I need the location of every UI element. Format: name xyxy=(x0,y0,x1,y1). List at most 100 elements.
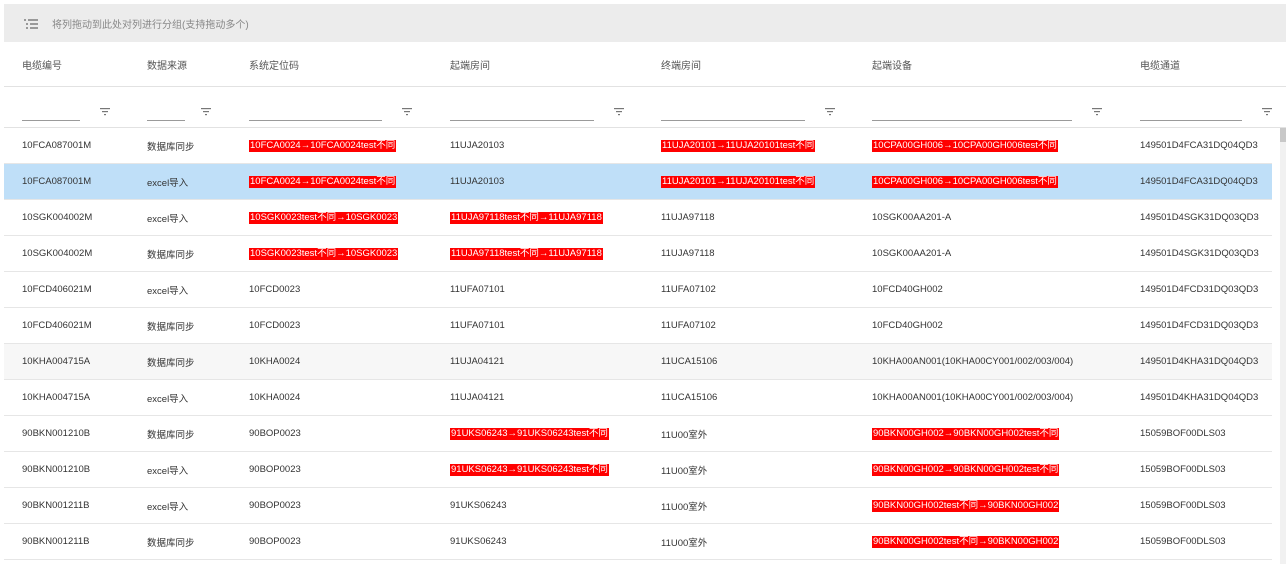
table-cell[interactable]: 11UJA20103 xyxy=(450,164,640,199)
table-cell[interactable]: 149501D4KHA31DQ04QD3 xyxy=(1140,344,1270,379)
table-cell[interactable]: 11U00室外 xyxy=(661,452,851,487)
table-row[interactable]: 90BKN001211B excel导入 90BOP0023 91UKS06243 11… xyxy=(4,488,1272,524)
table-cell[interactable]: 90BKN00GH002→90BKN00GH002test不同 xyxy=(872,416,1112,451)
table-cell[interactable]: 11U00室外 xyxy=(661,416,851,451)
table-cell[interactable]: 11UJA20101→11UJA20101test不同 xyxy=(661,164,851,199)
filter-icon[interactable] xyxy=(100,103,110,116)
table-cell[interactable]: 15059BOF00DLS03 xyxy=(1140,488,1270,523)
table-cell[interactable]: 11UJA20103 xyxy=(450,128,640,163)
column-header-data-source[interactable]: 数据来源 xyxy=(147,42,242,86)
column-header-cable-channel[interactable]: 电缆通道 xyxy=(1140,42,1270,86)
table-cell[interactable]: excel导入 xyxy=(147,200,242,235)
table-cell[interactable]: 15059BOF00DLS03 xyxy=(1140,416,1270,451)
table-cell[interactable]: 90BOP0023 xyxy=(249,524,419,559)
filter-input-start-device[interactable] xyxy=(872,100,1072,121)
filter-input-start-room[interactable] xyxy=(450,100,594,121)
vertical-scrollbar[interactable] xyxy=(1280,128,1286,564)
table-cell[interactable]: 10CPA00GH006→10CPA00GH006test不同 xyxy=(872,164,1112,199)
table-cell[interactable]: 149501D4FCD31DQ03QD3 xyxy=(1140,308,1270,343)
table-cell[interactable]: 10FCD0023 xyxy=(249,272,419,307)
table-row[interactable]: 90BKN001210B excel导入 90BOP0023 91UKS06243→9… xyxy=(4,452,1272,488)
table-cell[interactable]: 11UCA15106 xyxy=(661,344,851,379)
table-row[interactable]: 10KHA004715A excel导入 10KHA0024 11UJA04121 11… xyxy=(4,380,1272,416)
table-cell[interactable]: excel导入 xyxy=(147,164,242,199)
table-cell[interactable]: 11UJA04121 xyxy=(450,380,640,415)
table-cell[interactable]: 10SGK004002M xyxy=(22,236,140,271)
table-cell[interactable]: 90BKN001210B xyxy=(22,416,140,451)
table-cell[interactable]: 11UJA20101→11UJA20101test不同 xyxy=(661,128,851,163)
table-cell[interactable]: 11U00室外 xyxy=(661,488,851,523)
table-cell[interactable]: 90BKN00GH002test不同→90BKN00GH002 xyxy=(872,524,1112,559)
table-cell[interactable]: 149501D4FCA31DQ04QD3 xyxy=(1140,128,1270,163)
table-row[interactable]: 10SGK004002M 数据库同步 10SGK0023test不同→10SGK00… xyxy=(4,236,1272,272)
filter-input-system-code[interactable] xyxy=(249,100,382,121)
table-cell[interactable]: 10SGK004002M xyxy=(22,200,140,235)
table-cell[interactable]: 10FCA087001M xyxy=(22,164,140,199)
table-cell[interactable]: 10SGK0023test不同→10SGK0023 xyxy=(249,200,419,235)
table-cell[interactable]: 10KHA004715A xyxy=(22,380,140,415)
filter-icon[interactable] xyxy=(1262,103,1272,116)
table-cell[interactable]: 90BKN001211B xyxy=(22,524,140,559)
table-cell[interactable]: 10CPA00GH006→10CPA00GH006test不同 xyxy=(872,128,1112,163)
table-cell[interactable]: 149501D4KHA31DQ04QD3 xyxy=(1140,380,1270,415)
table-cell[interactable]: 149501D4SGK31DQ03QD3 xyxy=(1140,236,1270,271)
table-cell[interactable]: 149501D4FCA31DQ04QD3 xyxy=(1140,164,1270,199)
table-cell[interactable]: 10KHA00AN001(10KHA00CY001/002/003/004) xyxy=(872,380,1112,415)
table-cell[interactable]: 10FCD406021M xyxy=(22,272,140,307)
table-cell[interactable]: 15059BOF00DLS03 xyxy=(1140,452,1270,487)
table-cell[interactable]: 90BOP0023 xyxy=(249,488,419,523)
filter-input-end-room[interactable] xyxy=(661,100,805,121)
table-cell[interactable]: excel导入 xyxy=(147,488,242,523)
table-cell[interactable]: 数据库同步 xyxy=(147,128,242,163)
table-row[interactable]: 90BKN001211B 数据库同步 90BOP0023 91UKS06243 11U0… xyxy=(4,524,1272,560)
table-cell[interactable]: 90BKN001210B xyxy=(22,452,140,487)
column-header-end-room[interactable]: 终端房间 xyxy=(661,42,851,86)
scrollbar-thumb[interactable] xyxy=(1280,128,1286,142)
table-cell[interactable]: 11UFA07102 xyxy=(661,308,851,343)
table-cell[interactable]: 10SGK0023test不同→10SGK0023 xyxy=(249,236,419,271)
table-cell[interactable]: excel导入 xyxy=(147,380,242,415)
column-header-system-code[interactable]: 系统定位码 xyxy=(249,42,419,86)
table-cell[interactable]: 90BKN00GH002→90BKN00GH002test不同 xyxy=(872,452,1112,487)
filter-input-data-source[interactable] xyxy=(147,100,185,121)
table-cell[interactable]: 10KHA0024 xyxy=(249,344,419,379)
table-cell[interactable]: 11UJA97118test不同→11UJA97118 xyxy=(450,236,640,271)
table-cell[interactable]: excel导入 xyxy=(147,272,242,307)
table-cell[interactable]: 90BKN001211B xyxy=(22,488,140,523)
filter-input-cable-channel[interactable] xyxy=(1140,100,1242,121)
table-cell[interactable]: 11UJA04121 xyxy=(450,344,640,379)
table-cell[interactable]: 数据库同步 xyxy=(147,416,242,451)
table-row[interactable]: 10FCD406021M excel导入 10FCD0023 11UFA07101 11… xyxy=(4,272,1272,308)
table-cell[interactable]: 数据库同步 xyxy=(147,236,242,271)
table-cell[interactable]: 91UKS06243→91UKS06243test不同 xyxy=(450,416,640,451)
table-cell[interactable]: 10FCA0024→10FCA0024test不同 xyxy=(249,128,419,163)
table-cell[interactable]: 10FCA087001M xyxy=(22,128,140,163)
table-row[interactable]: 90BKN001210B 数据库同步 90BOP0023 91UKS06243→91U… xyxy=(4,416,1272,452)
table-cell[interactable]: 91UKS06243 xyxy=(450,488,640,523)
column-header-cable-number[interactable]: 电缆编号 xyxy=(22,42,140,86)
group-by-panel[interactable]: 将列拖动到此处对列进行分组(支持拖动多个) xyxy=(4,4,1286,42)
table-cell[interactable]: 90BKN00GH002test不同→90BKN00GH002 xyxy=(872,488,1112,523)
table-cell[interactable]: 90BOP0023 xyxy=(249,416,419,451)
table-cell[interactable]: 10KHA0024 xyxy=(249,380,419,415)
filter-icon[interactable] xyxy=(402,103,412,116)
table-cell[interactable]: 149501D4SGK31DQ03QD3 xyxy=(1140,200,1270,235)
table-cell[interactable]: 11UJA97118test不同→11UJA97118 xyxy=(450,200,640,235)
table-cell[interactable]: 90BOP0023 xyxy=(249,452,419,487)
filter-icon[interactable] xyxy=(201,103,211,116)
table-cell[interactable]: 11UCA15106 xyxy=(661,380,851,415)
filter-icon[interactable] xyxy=(614,103,624,116)
table-row-selected[interactable]: 10FCA087001M excel导入 10FCA0024→10FCA0024te… xyxy=(4,164,1272,200)
table-cell[interactable]: 10FCD40GH002 xyxy=(872,272,1112,307)
table-row[interactable]: 10FCA087001M 数据库同步 10FCA0024→10FCA0024test… xyxy=(4,128,1272,164)
filter-icon[interactable] xyxy=(825,103,835,116)
column-header-start-room[interactable]: 起端房间 xyxy=(450,42,640,86)
table-cell[interactable]: 149501D4FCD31DQ03QD3 xyxy=(1140,272,1270,307)
table-cell[interactable]: 10SGK00AA201-A xyxy=(872,236,1112,271)
table-row[interactable]: 10KHA004715A 数据库同步 10KHA0024 11UJA04121 11UC… xyxy=(4,344,1272,380)
filter-icon[interactable] xyxy=(1092,103,1102,116)
table-row[interactable]: 10FCD406021M 数据库同步 10FCD0023 11UFA07101 11UF… xyxy=(4,308,1272,344)
table-cell[interactable]: 11U00室外 xyxy=(661,524,851,559)
table-cell[interactable]: 10KHA00AN001(10KHA00CY001/002/003/004) xyxy=(872,344,1112,379)
table-cell[interactable]: 11UFA07102 xyxy=(661,272,851,307)
